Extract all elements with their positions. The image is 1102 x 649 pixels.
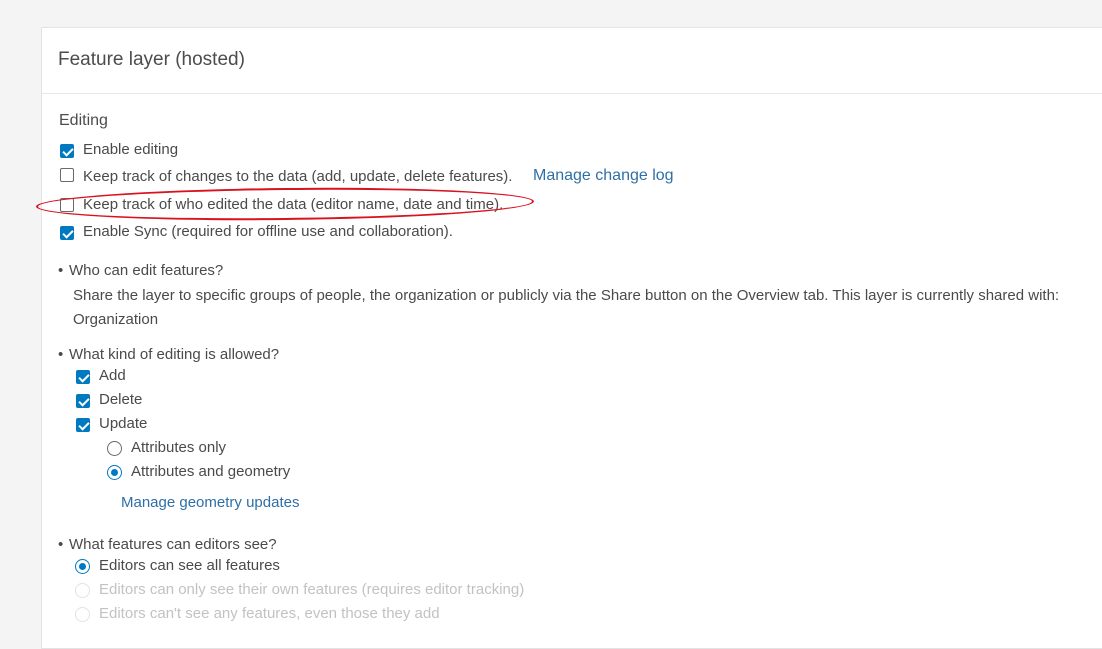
delete-label: Delete	[99, 391, 143, 408]
enable-sync-label: Enable Sync (required for offline use an…	[83, 223, 453, 240]
attributes-only-radio[interactable]	[107, 441, 122, 456]
share-description: Share the layer to specific groups of pe…	[73, 287, 1060, 328]
update-checkbox[interactable]	[76, 418, 90, 432]
add-label: Add	[99, 367, 126, 384]
update-label: Update	[99, 415, 148, 432]
editing-kind-question: What kind of editing is allowed?	[69, 346, 280, 363]
track-changes-label: Keep track of changes to the data (add, …	[83, 168, 513, 185]
who-can-edit-question: Who can edit features?	[69, 262, 224, 279]
editing-section-label: Editing	[59, 112, 108, 129]
see-own-features-radio	[75, 583, 90, 598]
see-own-features-label: Editors can only see their own features …	[99, 581, 525, 598]
see-all-features-radio[interactable]	[75, 559, 90, 574]
enable-editing-label: Enable editing	[83, 141, 179, 158]
delete-checkbox[interactable]	[76, 394, 90, 408]
attributes-geometry-label: Attributes and geometry	[131, 463, 291, 480]
enable-sync-checkbox[interactable]	[60, 226, 74, 240]
panel-title: Feature layer (hosted)	[58, 49, 245, 70]
see-no-features-radio	[75, 607, 90, 622]
manage-geometry-updates-link[interactable]: Manage geometry updates	[121, 494, 299, 511]
feature-layer-panel: Feature layer (hosted)	[41, 27, 1102, 649]
bullet-icon: •	[58, 262, 64, 279]
attributes-geometry-radio[interactable]	[107, 465, 122, 480]
bullet-icon: •	[58, 346, 64, 363]
enable-editing-checkbox[interactable]	[60, 144, 74, 158]
manage-change-log-link[interactable]: Manage change log	[533, 167, 674, 185]
track-changes-checkbox[interactable]	[60, 168, 74, 182]
attributes-only-label: Attributes only	[131, 439, 227, 456]
see-no-features-label: Editors can't see any features, even tho…	[99, 605, 440, 622]
see-all-features-label: Editors can see all features	[99, 557, 280, 574]
add-checkbox[interactable]	[76, 370, 90, 384]
bullet-icon: •	[58, 536, 64, 553]
panel-header: Feature layer (hosted)	[42, 28, 1102, 94]
features-visible-question: What features can editors see?	[69, 536, 277, 553]
